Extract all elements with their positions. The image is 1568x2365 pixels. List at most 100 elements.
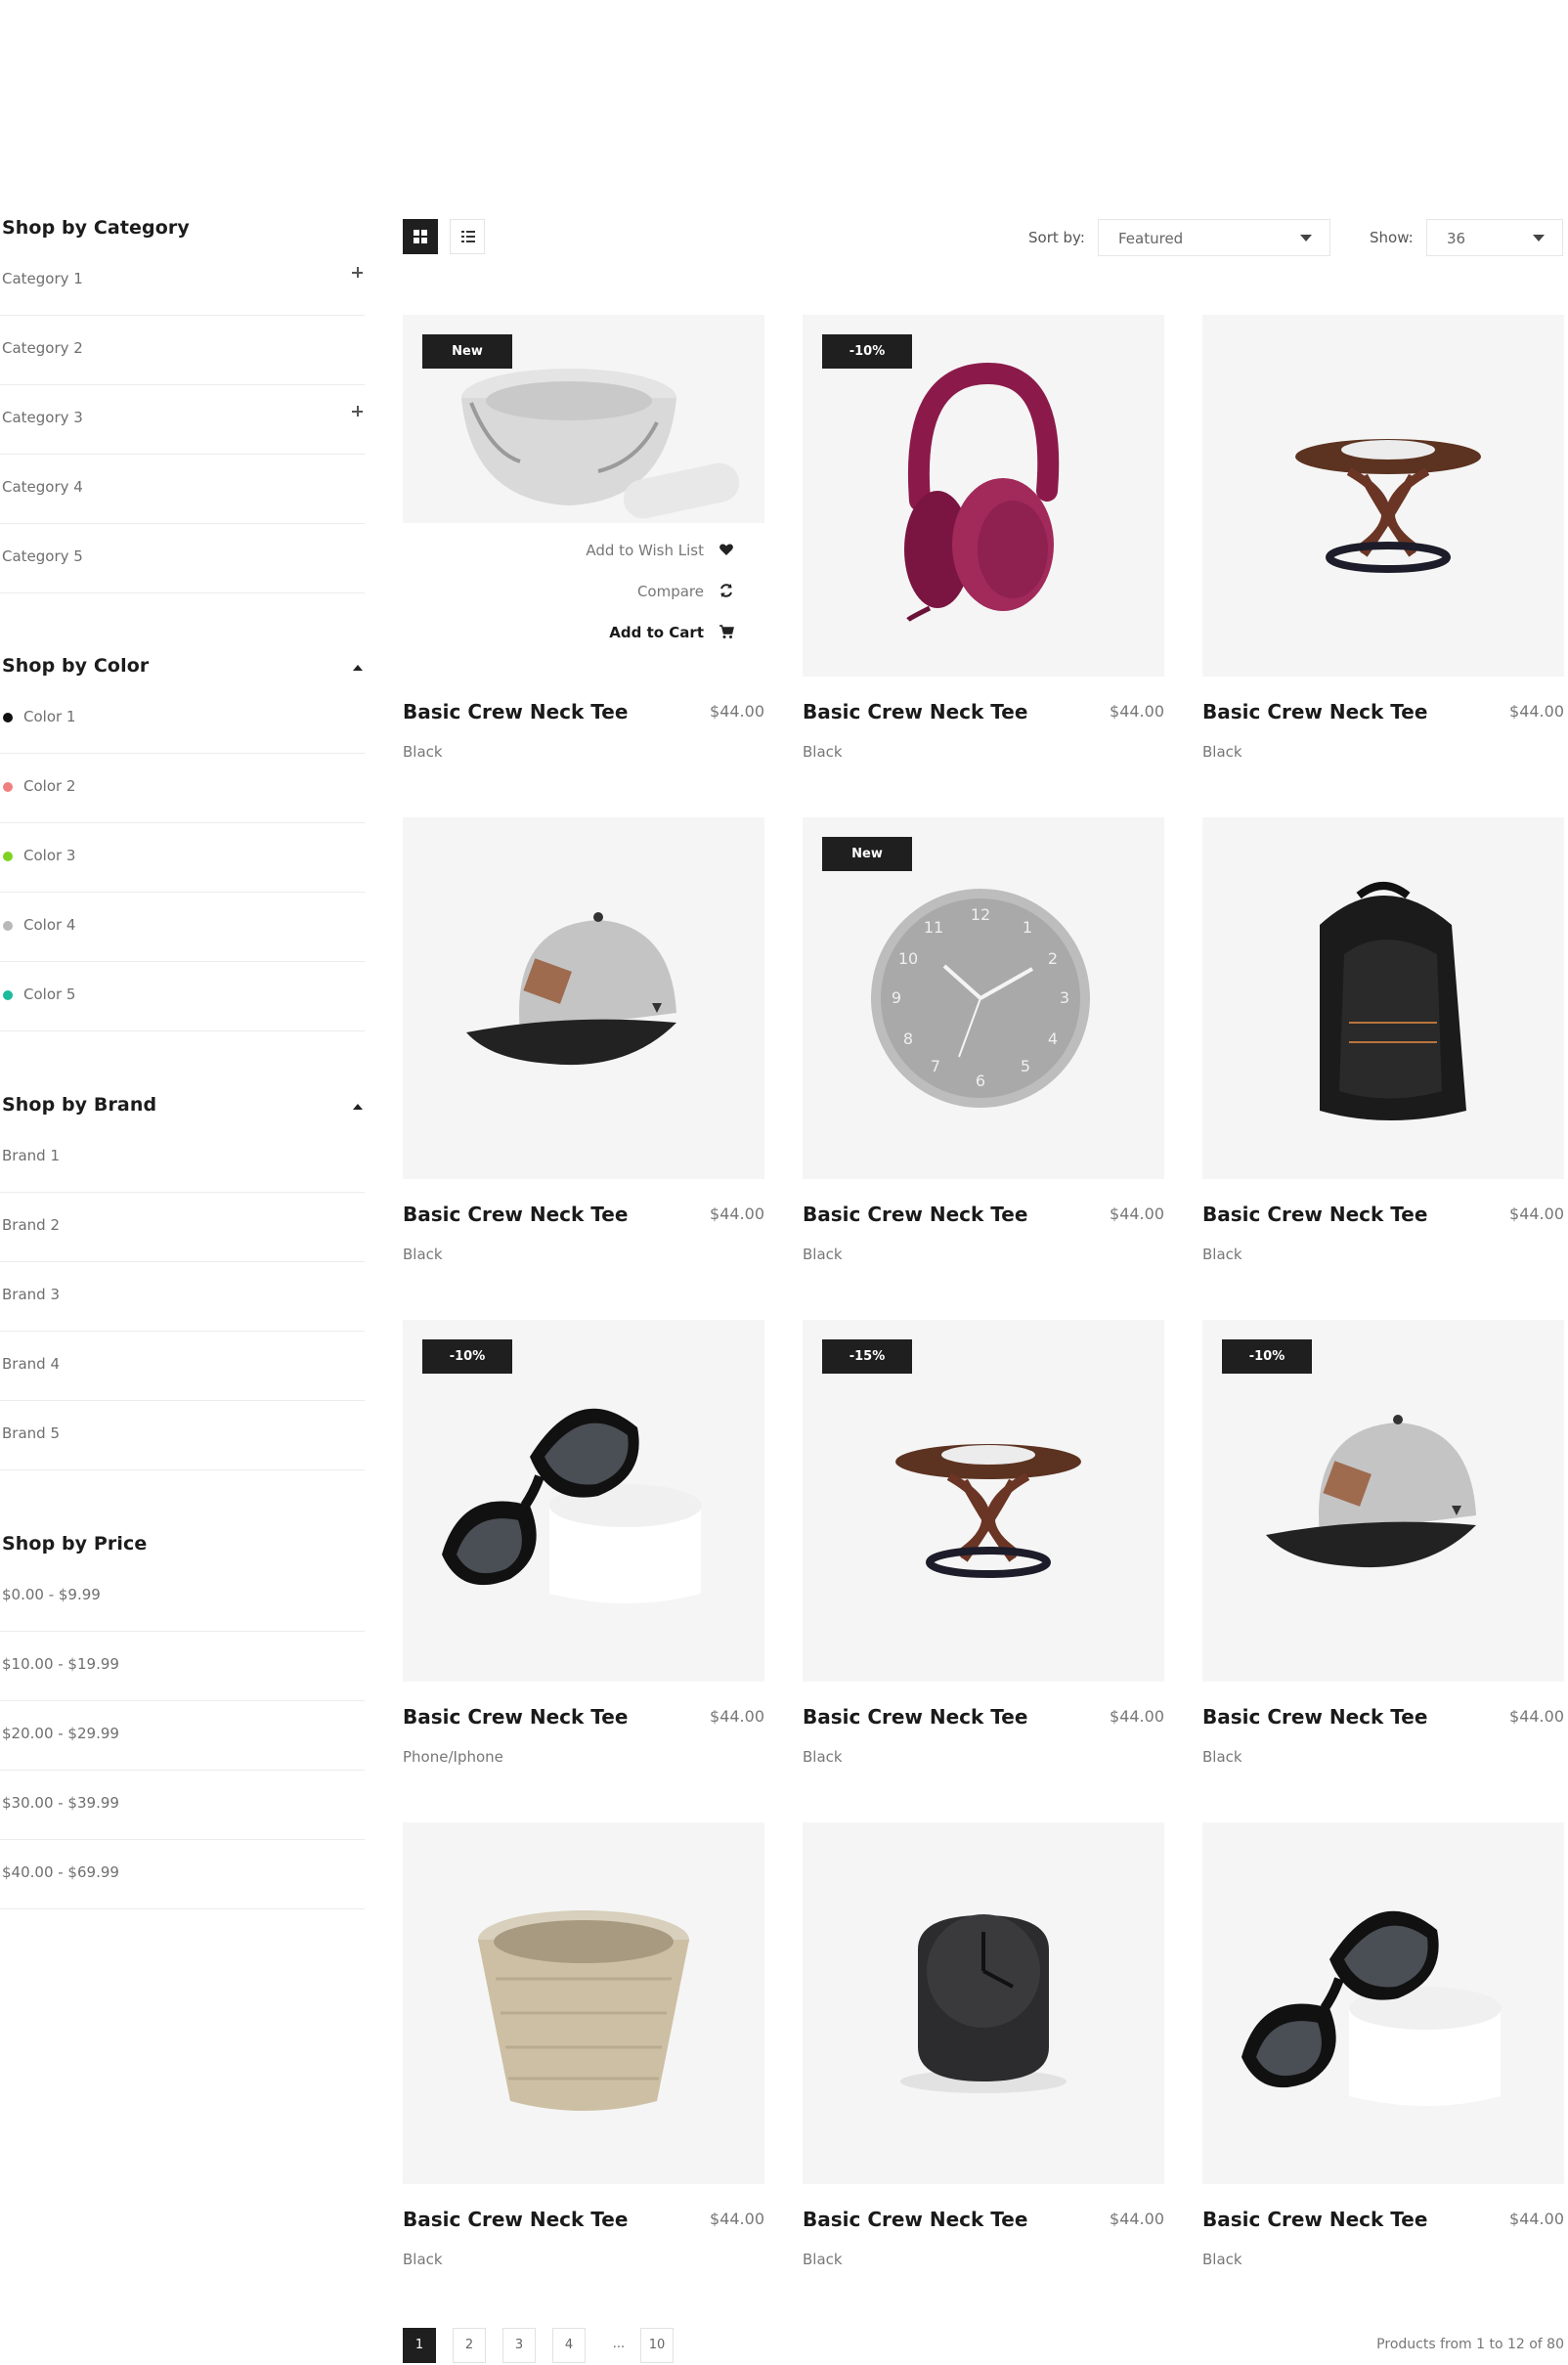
- color-item[interactable]: Color 5: [0, 962, 365, 1031]
- grid-view-button[interactable]: [403, 219, 438, 254]
- list-view-button[interactable]: [450, 219, 485, 254]
- page-link[interactable]: 3: [502, 2328, 536, 2363]
- plus-icon[interactable]: [351, 266, 365, 280]
- price-item-label: $30.00 - $39.99: [2, 1794, 119, 1812]
- product-card[interactable]: Basic Crew Neck Tee $44.00 Black: [1202, 817, 1564, 1267]
- color-swatch: [3, 782, 13, 792]
- brand-item[interactable]: Brand 4: [0, 1332, 365, 1401]
- brand-item[interactable]: Brand 2: [0, 1193, 365, 1262]
- page-link[interactable]: 10: [640, 2328, 674, 2363]
- product-title[interactable]: Basic Crew Neck Tee: [403, 1705, 628, 1729]
- price-item[interactable]: $40.00 - $69.99: [0, 1840, 365, 1909]
- category-item[interactable]: Category 2: [0, 316, 365, 385]
- collapse-caret-icon[interactable]: [351, 661, 365, 675]
- category-filter-title: Shop by Category: [2, 217, 190, 239]
- svg-text:9: 9: [892, 988, 901, 1007]
- product-variant: Black: [403, 2251, 443, 2268]
- price-item-label: $10.00 - $19.99: [2, 1655, 119, 1673]
- product-card[interactable]: Basic Crew Neck Tee $44.00 Black: [403, 1822, 764, 2272]
- plus-icon[interactable]: [351, 405, 365, 418]
- product-title[interactable]: Basic Crew Neck Tee: [1202, 1705, 1427, 1729]
- product-price: $44.00: [710, 1707, 764, 1726]
- grid-view-icon-cell: [421, 230, 427, 236]
- product-title[interactable]: Basic Crew Neck Tee: [803, 1705, 1027, 1729]
- brand-item[interactable]: Brand 1: [0, 1123, 365, 1193]
- product-image[interactable]: [403, 1822, 764, 2184]
- product-variant: Black: [1202, 2251, 1242, 2268]
- list-view-icon-line: [466, 241, 475, 242]
- product-variant: Black: [403, 743, 443, 761]
- product-card[interactable]: 12 1 2 3 45 6 78 9 10 11 New Basic Crew Neck Te…: [803, 817, 1164, 1267]
- product-title[interactable]: Basic Crew Neck Tee: [803, 1203, 1027, 1226]
- page-link[interactable]: 4: [552, 2328, 586, 2363]
- brand-item-label: Brand 5: [2, 1424, 60, 1442]
- color-swatch: [3, 713, 13, 723]
- price-item-label: $20.00 - $29.99: [2, 1725, 119, 1742]
- brand-item[interactable]: Brand 5: [0, 1401, 365, 1470]
- product-variant: Black: [803, 743, 843, 761]
- product-title[interactable]: Basic Crew Neck Tee: [803, 2208, 1027, 2231]
- list-view-icon: [461, 231, 464, 233]
- product-price: $44.00: [1509, 1707, 1564, 1726]
- page-link[interactable]: 1: [403, 2328, 436, 2363]
- color-item[interactable]: Color 2: [0, 754, 365, 823]
- product-image[interactable]: [1202, 1320, 1564, 1682]
- category-item[interactable]: Category 4: [0, 455, 365, 524]
- product-card[interactable]: Basic Crew Neck Tee $44.00 Black: [1202, 315, 1564, 765]
- product-image[interactable]: [1202, 1822, 1564, 2184]
- category-item[interactable]: Category 3: [0, 385, 365, 455]
- product-card[interactable]: Basic Crew Neck Tee $44.00 Black: [1202, 1822, 1564, 2272]
- price-item[interactable]: $30.00 - $39.99: [0, 1771, 365, 1840]
- color-item[interactable]: Color 3: [0, 823, 365, 893]
- product-image[interactable]: [803, 315, 1164, 677]
- product-toolbar: Sort by: Featured Show: 36: [403, 219, 1564, 258]
- product-title[interactable]: Basic Crew Neck Tee: [403, 2208, 628, 2231]
- brand-item-label: Brand 2: [2, 1216, 60, 1234]
- color-item[interactable]: Color 1: [0, 684, 365, 754]
- page-link[interactable]: 2: [453, 2328, 486, 2363]
- color-item-label: Color 2: [23, 777, 76, 795]
- price-item[interactable]: $0.00 - $9.99: [0, 1562, 365, 1632]
- product-title[interactable]: Basic Crew Neck Tee: [403, 700, 628, 723]
- product-card[interactable]: Basic Crew Neck Tee $44.00 Black: [803, 1822, 1164, 2272]
- product-price: $44.00: [1110, 2210, 1164, 2228]
- price-item[interactable]: $20.00 - $29.99: [0, 1701, 365, 1771]
- grid-view-icon-cell: [414, 238, 419, 243]
- collapse-caret-icon[interactable]: [351, 1100, 365, 1114]
- price-item[interactable]: $10.00 - $19.99: [0, 1632, 365, 1701]
- sort-select[interactable]: Featured: [1098, 219, 1330, 256]
- product-image[interactable]: [1202, 817, 1564, 1179]
- product-image[interactable]: [1202, 315, 1564, 677]
- brand-filter-title: Shop by Brand: [2, 1094, 157, 1116]
- brand-item[interactable]: Brand 3: [0, 1262, 365, 1332]
- product-card[interactable]: -10% Basic Crew Neck Tee $44.00 Black: [803, 315, 1164, 765]
- color-item[interactable]: Color 4: [0, 893, 365, 962]
- product-image[interactable]: [803, 1822, 1164, 2184]
- product-card[interactable]: -15% Basic Crew Neck Tee $44.00 Black: [803, 1320, 1164, 1770]
- category-item[interactable]: Category 5: [0, 524, 365, 593]
- list-view-icon-line: [461, 241, 464, 242]
- product-image[interactable]: [803, 1320, 1164, 1682]
- category-item[interactable]: Category 1: [0, 246, 365, 316]
- product-card[interactable]: -10% Basic Crew Neck Tee $44.00 Phone/Iphon…: [403, 1320, 764, 1770]
- product-card[interactable]: New Add to Wish List Compare Add to Cart Bas…: [403, 315, 764, 765]
- product-image[interactable]: [403, 1320, 764, 1682]
- product-variant: Black: [1202, 1246, 1242, 1263]
- page-ellipsis: ...: [602, 2328, 635, 2363]
- category-item-label: Category 4: [2, 478, 83, 496]
- svg-text:3: 3: [1060, 988, 1069, 1007]
- product-badge: New: [822, 837, 912, 871]
- product-card[interactable]: Basic Crew Neck Tee $44.00 Black: [403, 817, 764, 1267]
- product-badge: -10%: [422, 1339, 512, 1374]
- product-image[interactable]: [403, 817, 764, 1179]
- product-title[interactable]: Basic Crew Neck Tee: [1202, 1203, 1427, 1226]
- product-title[interactable]: Basic Crew Neck Tee: [1202, 700, 1427, 723]
- show-count-select[interactable]: 36: [1426, 219, 1563, 256]
- product-image[interactable]: 12 1 2 3 45 6 78 9 10 11: [803, 817, 1164, 1179]
- product-title[interactable]: Basic Crew Neck Tee: [803, 700, 1027, 723]
- category-item-label: Category 2: [2, 339, 83, 357]
- product-variant: Black: [1202, 743, 1242, 761]
- product-title[interactable]: Basic Crew Neck Tee: [403, 1203, 628, 1226]
- product-card[interactable]: -10% Basic Crew Neck Tee $44.00 Black: [1202, 1320, 1564, 1770]
- product-title[interactable]: Basic Crew Neck Tee: [1202, 2208, 1427, 2231]
